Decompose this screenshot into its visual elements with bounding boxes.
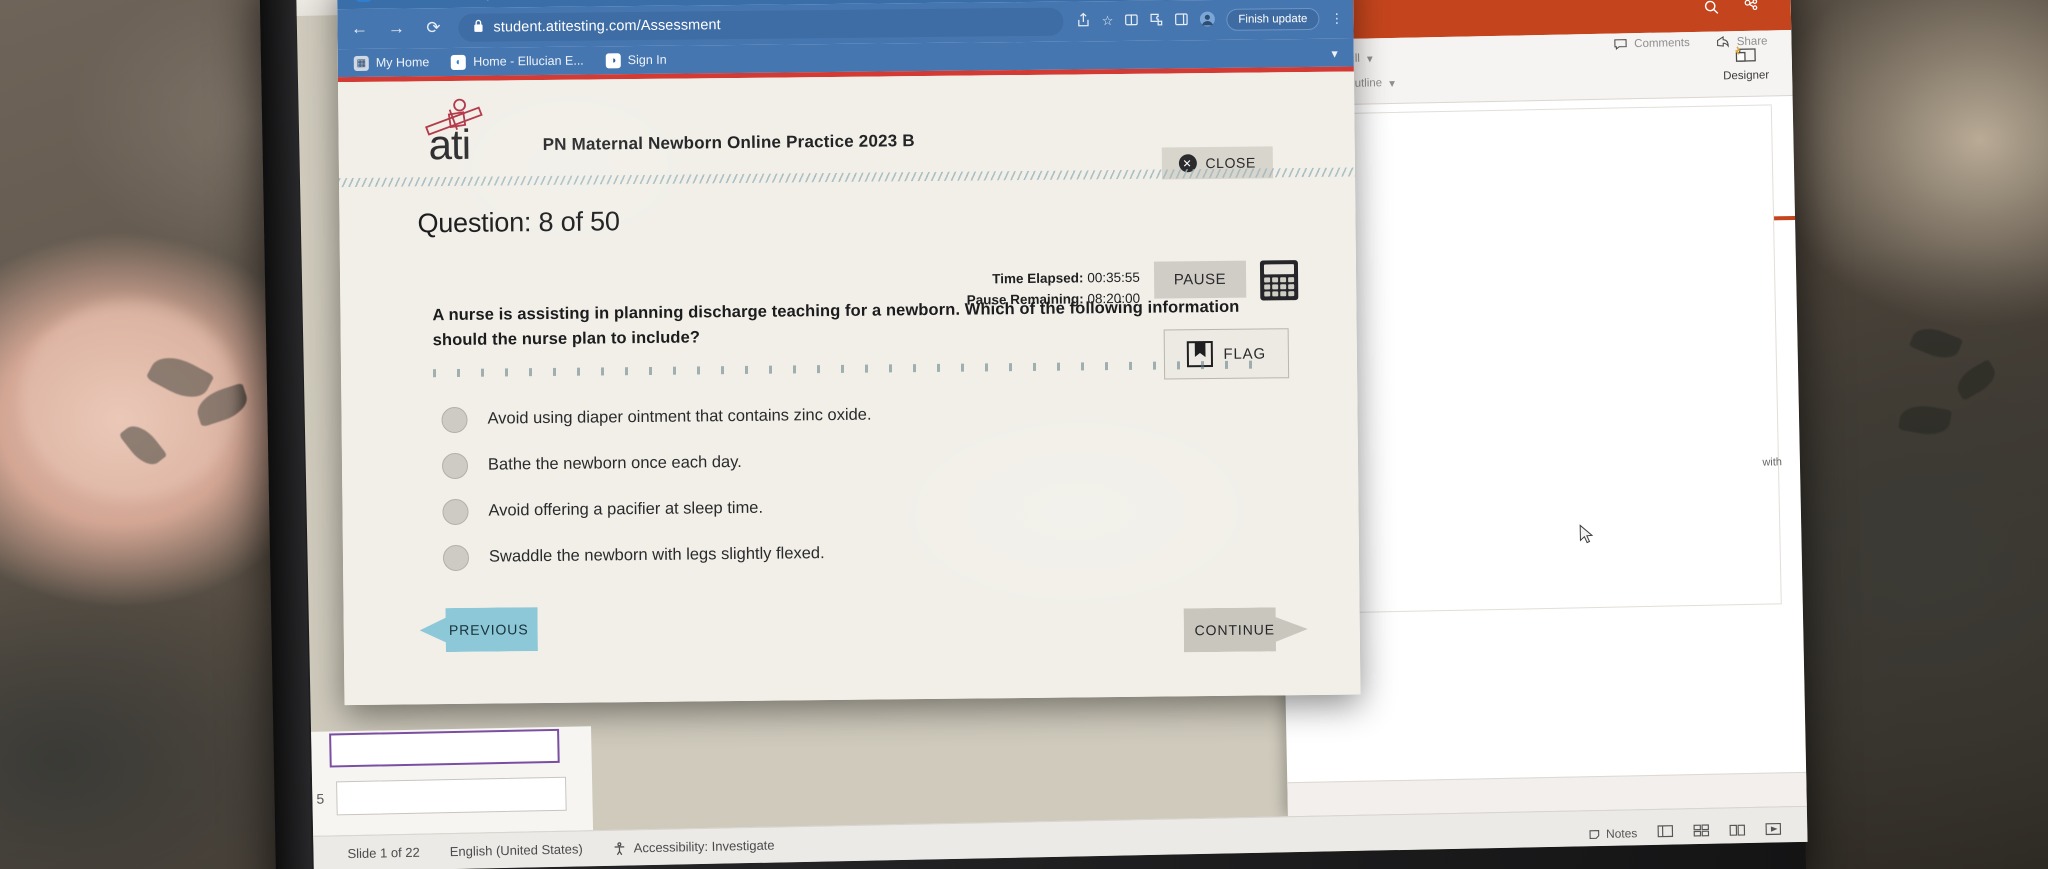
powerpoint-slide-canvas[interactable] [1301,104,1782,614]
pause-button[interactable]: PAUSE [1153,260,1247,299]
extensions-icon[interactable] [1149,12,1163,29]
bookmark-label: My Home [375,55,430,70]
timer-block: Time Elapsed: 00:35:55 Pause Remaining: … [966,260,1299,312]
reload-icon[interactable]: ⟳ [421,18,445,38]
ati-logo: ati [410,98,507,168]
browser-menu-icon[interactable]: ⋮ [1330,11,1343,27]
lock-icon [472,19,484,37]
share-button[interactable]: Share [1716,34,1768,48]
forward-icon[interactable]: → [384,18,408,38]
slide-sorter-icon[interactable] [1693,824,1710,840]
flag-button[interactable]: FLAG [1163,328,1290,380]
time-elapsed-label: Time Elapsed: [992,270,1084,287]
designer-label: Designer [1723,69,1770,83]
ati-wordmark: ati [428,120,471,169]
sidebar-icon[interactable] [1174,12,1188,29]
slide-number: 5 [316,790,325,807]
answer-option-label: Avoid using diaper ointment that contain… [487,405,872,428]
pause-remaining-row: Pause Remaining: 08:20:00 [967,289,1141,312]
slide-thumbnail[interactable] [335,776,567,816]
blanket-highlight [20,300,240,500]
ati-assessment-page: ati PN Maternal Newborn Online Practice … [337,71,1361,706]
ppt-share-people-icon[interactable] [1742,0,1761,20]
chevron-down-icon[interactable]: ▾ [1367,51,1373,65]
profile-avatar-icon[interactable] [1199,10,1215,29]
share-label: Share [1736,34,1768,48]
normal-view-icon[interactable] [1657,825,1674,841]
comments-button[interactable]: Comments [1613,36,1690,51]
calculator-keys [1264,277,1295,297]
bookmark-sign-in[interactable]: ◑ Sign In [605,52,667,68]
pause-remaining-label: Pause Remaining: [966,291,1084,308]
sign-in-icon: ◑ [605,52,621,68]
comments-label: Comments [1634,36,1690,50]
accessibility-status[interactable]: Accessibility: Investigate [613,838,775,856]
reading-list-icon[interactable] [1124,12,1138,29]
star-icon[interactable]: ☆ [1102,13,1114,29]
answer-option[interactable]: Bathe the newborn once each day. [441,443,1358,479]
radio-button[interactable] [442,498,469,525]
my-home-icon: ▦ [353,55,369,71]
accessibility-label: Accessibility: Investigate [633,837,775,856]
language-label[interactable]: English (United States) [450,841,583,859]
omnibar-actions: ☆ Finish update ⋮ [1077,7,1344,33]
notes-button[interactable]: Notes [1588,826,1638,841]
bookmark-ellucian-home[interactable]: ◐ Home - Ellucian E... [451,53,584,70]
previous-button[interactable]: PREVIOUS [420,607,538,652]
slide-thumbnail-selected[interactable] [329,728,560,768]
calculator-display [1263,264,1295,275]
exam-title: PN Maternal Newborn Online Practice 2023… [542,131,915,155]
answer-option[interactable]: Swaddle the newborn with legs slightly f… [442,535,1359,571]
bookmarks-overflow-icon[interactable]: ▾ [1331,45,1337,60]
back-icon[interactable]: ← [347,19,371,39]
answer-options-list: Avoid using diaper ointment that contain… [341,367,1359,572]
ppt-search-icon[interactable] [1703,0,1720,21]
ellucian-icon: ◐ [451,54,467,70]
chevron-down-icon[interactable]: ▾ [1389,76,1395,90]
address-bar[interactable]: student.atitesting.com/Assessment [458,7,1064,42]
tab-favicon-ellucian: ◉ [355,0,372,2]
finish-update-button[interactable]: Finish update [1226,7,1320,31]
notes-label: Notes [1605,826,1638,841]
answer-option-label: Avoid offering a pacifier at sleep time. [488,498,764,520]
answer-option[interactable]: Avoid using diaper ointment that contain… [441,397,1357,433]
accessibility-icon [614,841,625,855]
pause-remaining-value: 08:20:00 [1087,290,1141,307]
laptop-display: Sat Jan 20 9:22 AM Comments [296,0,1808,869]
calculator-icon[interactable] [1259,260,1299,301]
radio-button[interactable] [442,544,470,571]
chrome-browser-window[interactable]: ◉ Home - Ellucian Experience ✕ W Unit 1 … [336,0,1361,706]
slide-status-label: Slide 1 of 22 [347,844,420,862]
timer-text: Time Elapsed: 00:35:55 Pause Remaining: … [966,262,1141,312]
reading-view-icon[interactable] [1729,823,1746,839]
bookmark-my-home[interactable]: ▦ My Home [353,55,430,71]
bookmark-label: Sign In [627,52,667,68]
continue-button[interactable]: CONTINUE [1184,607,1308,652]
slideshow-icon[interactable] [1765,822,1782,838]
designer-button[interactable]: Designer [1700,44,1793,83]
bookmark-label: Home - Ellucian E... [473,53,584,69]
radio-button[interactable] [441,406,468,433]
radio-button[interactable] [441,452,469,479]
photo-of-laptop-screen: Sat Jan 20 9:22 AM Comments [0,0,2048,869]
notes-icon [1589,830,1599,840]
powerpoint-view-tools: Notes [1588,822,1782,842]
address-bar-url: student.atitesting.com/Assessment [493,17,721,36]
time-elapsed-value: 00:35:55 [1087,269,1140,286]
powerpoint-thumbnail-strip[interactable]: 5 [311,726,594,836]
answer-option-label: Bathe the newborn once each day. [487,452,742,474]
answer-option[interactable]: Avoid offering a pacifier at sleep time. [442,489,1358,525]
slide-side-text: with [1762,456,1783,469]
time-elapsed-row: Time Elapsed: 00:35:55 [966,268,1140,291]
answer-option-label: Swaddle the newborn with legs slightly f… [488,544,825,566]
share-icon[interactable] [1077,12,1091,30]
tab-title: Home - Ellucian Experience [380,0,534,1]
mouse-cursor [1579,524,1594,544]
